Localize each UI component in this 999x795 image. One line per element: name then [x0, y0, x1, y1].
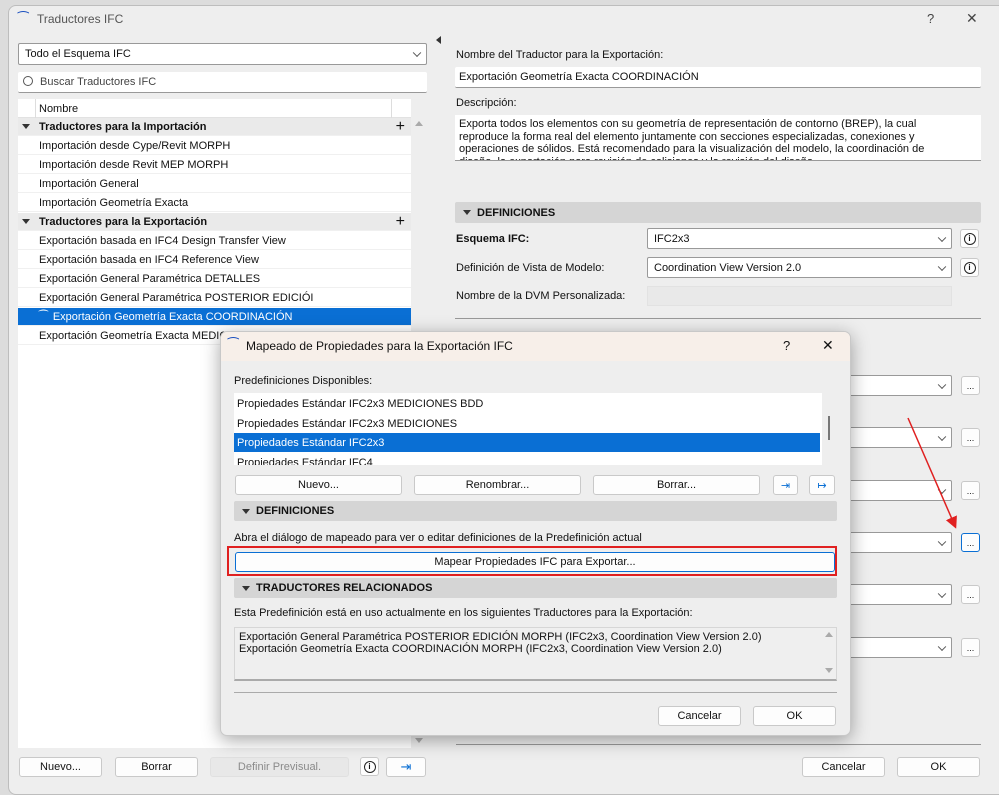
divider	[234, 692, 837, 693]
list-item[interactable]: Propiedades Estándar IFC2x3 MEDICIONES	[234, 414, 820, 433]
dialog-title: Mapeado de Propiedades para la Exportaci…	[246, 339, 513, 353]
list-item[interactable]: Propiedades Estándar IFC2x3 MEDICIONES B…	[234, 394, 820, 413]
new-preset-button[interactable]: Nuevo...	[235, 475, 402, 495]
export-file-icon: ↦	[817, 479, 827, 492]
presets-scrollbar[interactable]	[828, 416, 830, 440]
export-preset-button[interactable]: ↦	[809, 475, 835, 495]
dialog-cancel-button[interactable]: Cancelar	[658, 706, 741, 726]
presets-list: Propiedades Estándar IFC2x3 MEDICIONES B…	[234, 393, 822, 465]
dialog-definitions-header[interactable]: DEFINICIONES	[234, 501, 837, 521]
scroll-down-icon[interactable]	[825, 668, 833, 673]
related-translators-list: Exportación General Paramétrica POSTERIO…	[234, 627, 837, 681]
map-properties-button[interactable]: Mapear Propiedades IFC para Exportar...	[235, 552, 835, 572]
list-item[interactable]: Propiedades Estándar IFC4	[234, 453, 820, 465]
presets-label: Predefiniciones Disponibles:	[234, 375, 373, 387]
related-translators-header[interactable]: TRADUCTORES RELACIONADOS	[234, 578, 837, 598]
expand-triangle-icon	[242, 586, 250, 591]
list-item-selected[interactable]: Propiedades Estándar IFC2x3	[234, 433, 820, 452]
dialog-close-button[interactable]: ✕	[822, 337, 834, 354]
expand-triangle-icon	[242, 509, 250, 514]
archicad-logo-icon: ⁀	[228, 337, 239, 352]
dialog-help-button[interactable]: ?	[783, 338, 790, 353]
related-item: Exportación Geometría Exacta COORDINACIÓ…	[239, 643, 722, 655]
dialog-ok-button[interactable]: OK	[753, 706, 836, 726]
rename-preset-button[interactable]: Renombrar...	[414, 475, 581, 495]
delete-preset-button[interactable]: Borrar...	[593, 475, 760, 495]
scroll-up-icon[interactable]	[825, 632, 833, 637]
related-text: Esta Predefinición está en uso actualmen…	[234, 607, 693, 619]
definitions-text: Abra el diálogo de mapeado para ver o ed…	[234, 532, 642, 544]
related-item: Exportación General Paramétrica POSTERIO…	[239, 631, 762, 643]
import-preset-button[interactable]: ⇥	[773, 475, 798, 495]
import-file-icon: ⇥	[780, 479, 791, 492]
